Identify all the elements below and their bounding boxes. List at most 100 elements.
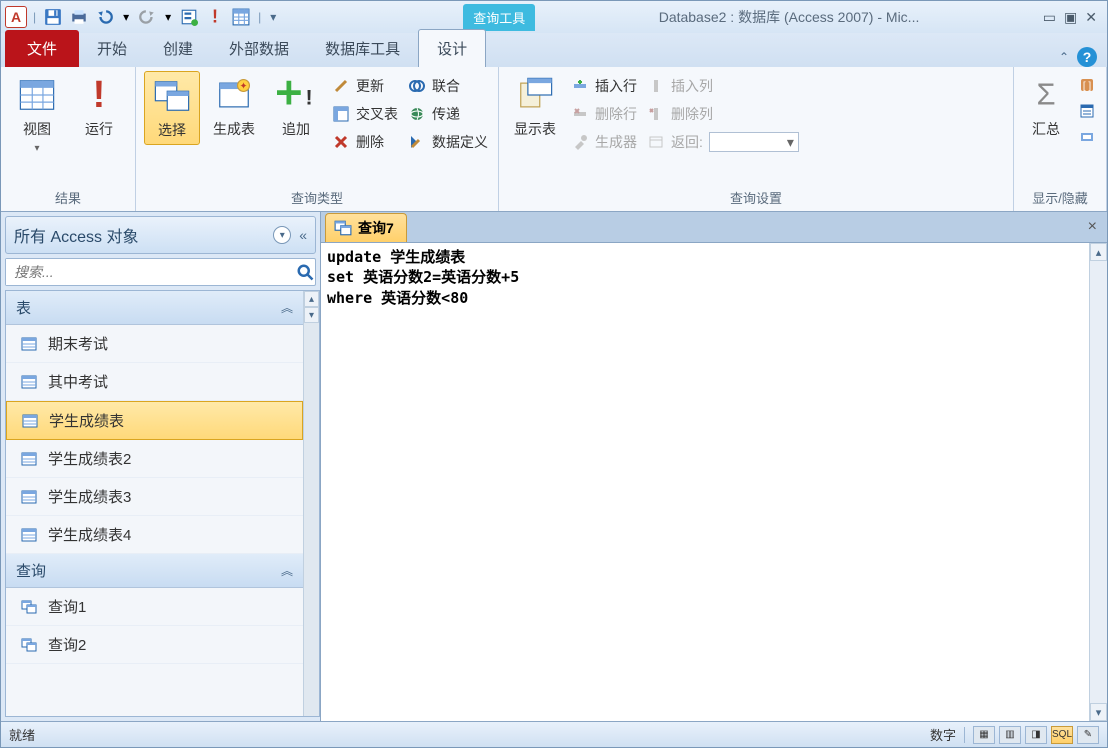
group-query-setup: 显示表 插入行 删除行 生成器 插入列 删除列 返回:▾ 查询设置: [499, 67, 1014, 211]
minimize-ribbon-icon[interactable]: ⌃: [1059, 50, 1069, 64]
svg-text:!: !: [212, 8, 218, 26]
category-label: 查询: [16, 560, 46, 581]
insertcol-icon: [647, 77, 665, 95]
minimize-icon[interactable]: ▭: [1043, 9, 1056, 26]
pivot-view-icon[interactable]: ▥: [999, 726, 1021, 744]
maketable-button[interactable]: ✦ 生成表: [206, 71, 262, 143]
deleterow-button[interactable]: 删除行: [569, 103, 639, 125]
return-dropdown[interactable]: ▾: [709, 132, 799, 152]
return-combo[interactable]: 返回:▾: [645, 131, 801, 153]
table-item[interactable]: 学生成绩表: [6, 401, 303, 440]
qat-customize-icon[interactable]: ▾: [267, 6, 279, 28]
showtable-button[interactable]: 显示表: [507, 71, 563, 143]
return-icon: [647, 133, 665, 151]
scroll-up-icon[interactable]: ▴: [304, 291, 319, 307]
dropdown-icon[interactable]: ▾: [162, 6, 174, 28]
design-view-icon[interactable]: ✎: [1077, 726, 1099, 744]
maximize-icon[interactable]: ▣: [1064, 9, 1077, 26]
warning-icon[interactable]: !: [204, 6, 226, 28]
tab-file[interactable]: 文件: [5, 30, 79, 67]
view-buttons: ▦ ▥ ◨ SQL ✎: [973, 726, 1099, 744]
qat-separator: |: [31, 10, 38, 24]
propsheet-button[interactable]: [1076, 101, 1098, 121]
document-tab[interactable]: 查询7: [325, 213, 407, 242]
document-tab-row: 查询7 ×: [321, 212, 1107, 242]
query-item[interactable]: 查询2: [6, 626, 303, 664]
tablenames-button[interactable]: [1076, 127, 1098, 147]
sigma-icon: Σ: [1026, 75, 1066, 115]
scroll-down-icon[interactable]: ▾: [304, 307, 319, 323]
table-item[interactable]: 学生成绩表4: [6, 516, 303, 554]
insertrow-label: 插入行: [595, 76, 637, 96]
redo-icon[interactable]: [136, 6, 158, 28]
delete-button[interactable]: 删除: [330, 131, 400, 153]
group-label: 结果: [9, 186, 127, 209]
tab-design[interactable]: 设计: [418, 29, 486, 67]
nav-scrollbar[interactable]: ▴ ▾: [303, 291, 319, 716]
run-button[interactable]: ! 运行: [71, 71, 127, 143]
union-button[interactable]: 联合: [406, 75, 490, 97]
group-results: 视图 ▾ ! 运行 结果: [1, 67, 136, 211]
table-item[interactable]: 学生成绩表3: [6, 478, 303, 516]
close-document-icon[interactable]: ×: [1082, 218, 1103, 236]
qat-separator: |: [256, 10, 263, 24]
table-item[interactable]: 学生成绩表2: [6, 440, 303, 478]
insertrow-button[interactable]: 插入行: [569, 75, 639, 97]
update-button[interactable]: 更新: [330, 75, 400, 97]
svg-text:✦: ✦: [240, 81, 248, 92]
table-item[interactable]: 其中考试: [6, 363, 303, 401]
tab-external[interactable]: 外部数据: [211, 30, 307, 67]
deleterow-label: 删除行: [595, 104, 637, 124]
deletecol-icon: [647, 105, 665, 123]
deletecol-button[interactable]: 删除列: [645, 103, 801, 125]
nav-list-container: 表︽ 期末考试 其中考试 学生成绩表 学生成绩表2 学生成绩表3 学生成绩表4 …: [5, 290, 320, 717]
sql-scrollbar[interactable]: ▴ ▾: [1089, 243, 1107, 721]
datasheet-icon[interactable]: [230, 6, 252, 28]
nav-menu-icon[interactable]: ▾: [273, 226, 291, 244]
table-item[interactable]: 期末考试: [6, 325, 303, 363]
datasheet-view-icon[interactable]: ▦: [973, 726, 995, 744]
collapse-icon[interactable]: «: [299, 227, 307, 243]
totals-button[interactable]: Σ 汇总: [1022, 71, 1070, 143]
showtable-label: 显示表: [514, 119, 556, 139]
sql-view-icon[interactable]: SQL: [1051, 726, 1073, 744]
scroll-up-icon[interactable]: ▴: [1090, 243, 1107, 261]
builder-button[interactable]: 生成器: [569, 131, 639, 153]
window-controls: ▭ ▣ ✕: [1043, 9, 1103, 26]
status-ready: 就绪: [9, 725, 35, 744]
datadefn-button[interactable]: 数据定义: [406, 131, 490, 153]
undo-icon[interactable]: [94, 6, 116, 28]
run-icon: !: [79, 75, 119, 115]
search-input[interactable]: [6, 259, 295, 285]
nav-pane-header[interactable]: 所有 Access 对象 ▾ «: [5, 216, 316, 254]
tab-home[interactable]: 开始: [79, 30, 145, 67]
save-icon[interactable]: [42, 6, 64, 28]
crosstab-button[interactable]: 交叉表: [330, 103, 400, 125]
crosstab-label: 交叉表: [356, 104, 398, 124]
chart-view-icon[interactable]: ◨: [1025, 726, 1047, 744]
union-icon: [408, 77, 426, 95]
passthrough-button[interactable]: 传递: [406, 103, 490, 125]
scroll-down-icon[interactable]: ▾: [1090, 703, 1107, 721]
nav-category-queries[interactable]: 查询︽: [6, 554, 303, 588]
parameters-button[interactable]: [ ]: [1076, 75, 1098, 95]
dropdown-icon[interactable]: ▾: [120, 6, 132, 28]
search-icon[interactable]: [295, 262, 315, 282]
view-button[interactable]: 视图 ▾: [9, 71, 65, 158]
table-icon: [20, 373, 38, 391]
tab-dbtools[interactable]: 数据库工具: [307, 30, 418, 67]
query-item[interactable]: 查询1: [6, 588, 303, 626]
tab-create[interactable]: 创建: [145, 30, 211, 67]
tablenames-icon: [1078, 128, 1096, 146]
builder-icon: [571, 133, 589, 151]
insertcol-button[interactable]: 插入列: [645, 75, 801, 97]
nav-category-tables[interactable]: 表︽: [6, 291, 303, 325]
showtable-icon: [515, 75, 555, 115]
help-icon[interactable]: ?: [1077, 47, 1097, 67]
form-icon[interactable]: [178, 6, 200, 28]
append-button[interactable]: ! 追加: [268, 71, 324, 143]
print-icon[interactable]: [68, 6, 90, 28]
select-query-button[interactable]: 选择: [144, 71, 200, 145]
close-icon[interactable]: ✕: [1085, 9, 1097, 26]
sql-editor[interactable]: update 学生成绩表 set 英语分数2=英语分数+5 where 英语分数…: [321, 243, 1089, 721]
